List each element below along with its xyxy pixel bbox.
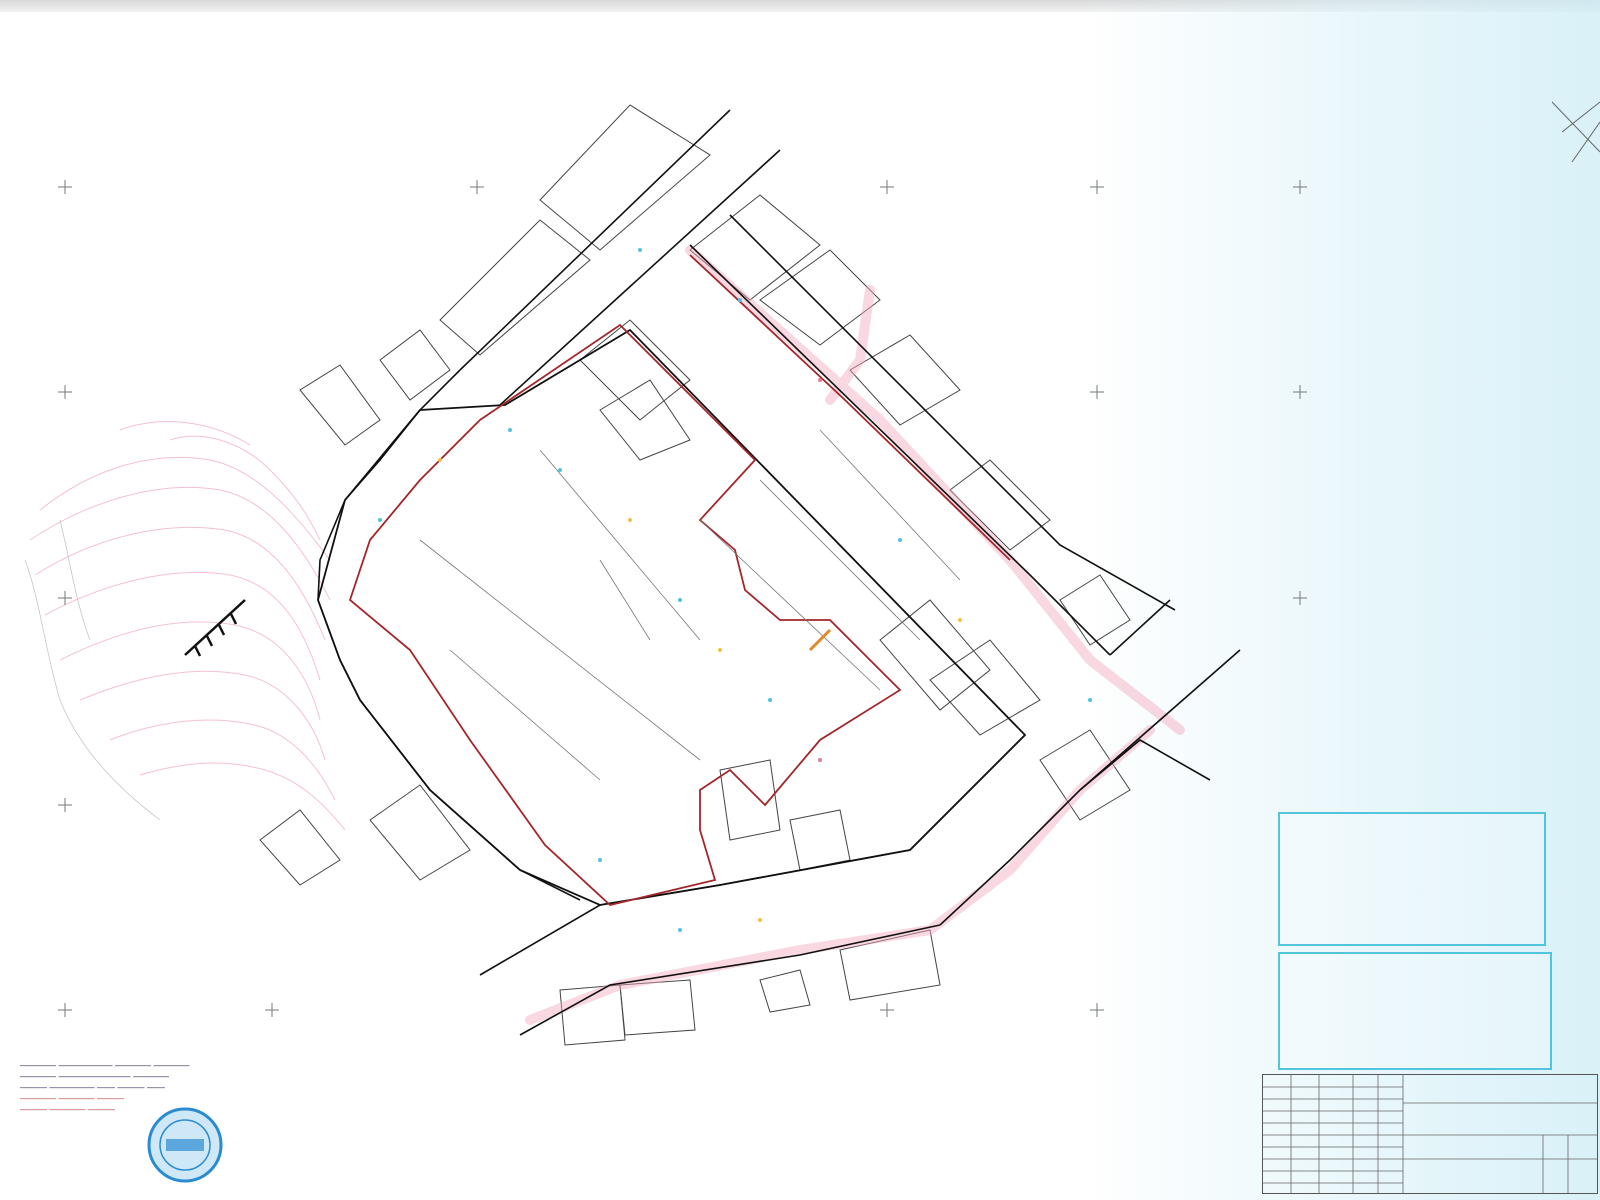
note-line-red: ———— ———— ———: [20, 1093, 125, 1103]
approval-frame-top: [1278, 812, 1546, 946]
approval-frame-bottom: [1278, 952, 1552, 1070]
north-arrow-icon: [1552, 101, 1600, 163]
title-block: [1262, 1074, 1598, 1194]
road-edges: [317, 109, 1241, 1036]
site-plan-sheet: ———— —————— ———— ———— ———— ———————— ————…: [0, 0, 1600, 1200]
inner-parcels: [419, 429, 961, 781]
road-pink-zones: [525, 245, 1185, 1025]
note-line: ———— —————— ———— ————: [20, 1060, 190, 1070]
retaining-wall: [184, 599, 246, 657]
stamp-icon: [147, 1107, 223, 1183]
terrain-contours: [29, 421, 346, 831]
terrain-contours-gray: [24, 519, 161, 821]
note-line: ———— ———————— ————: [20, 1071, 170, 1081]
note-line: ——— ————— —— ——— ——: [20, 1082, 166, 1092]
block-outline: [317, 328, 1027, 906]
surrounding-buildings: [259, 104, 1131, 1046]
title-block-grid: [1263, 1075, 1597, 1193]
